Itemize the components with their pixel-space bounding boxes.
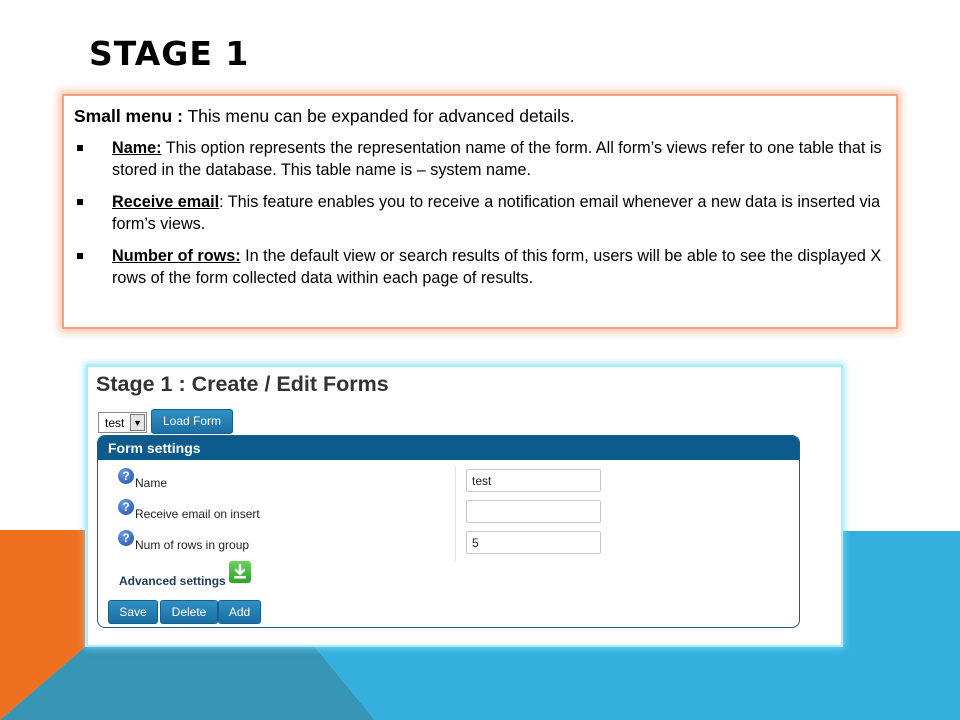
form-settings-panel: Form settings ? Name test ? Receive emai… [97, 435, 800, 628]
bullet-term: Name: [112, 139, 162, 157]
info-box: Small menu : This menu can be expanded f… [62, 94, 898, 329]
field-label: Name [135, 476, 168, 490]
form-heading: Stage 1 : Create / Edit Forms [96, 372, 389, 396]
panel-title: Form settings [98, 436, 799, 460]
bullet-list: Name: This option represents the represe… [74, 137, 882, 289]
square-bullet-icon [77, 253, 83, 259]
bullet-receive-email: Receive email: This feature enables you … [74, 191, 882, 235]
form-screenshot: Stage 1 : Create / Edit Forms test ▼ Loa… [86, 365, 843, 647]
load-form-button[interactable]: Load Form [151, 409, 233, 434]
bullet-text: : This feature enables you to receive a … [112, 193, 881, 233]
help-icon[interactable]: ? [118, 468, 134, 484]
bullet-term: Number of rows: [112, 247, 241, 265]
square-bullet-icon [77, 145, 83, 151]
square-bullet-icon [77, 199, 83, 205]
delete-button[interactable]: Delete [160, 600, 218, 624]
bullet-name: Name: This option represents the represe… [74, 137, 882, 181]
column-divider [455, 466, 456, 561]
advanced-settings-label[interactable]: Advanced settings [119, 574, 226, 588]
num-rows-field[interactable]: 5 [466, 531, 601, 554]
info-intro: Small menu : This menu can be expanded f… [74, 106, 882, 127]
bullet-term: Receive email [112, 193, 220, 211]
slide-title: STAGE 1 [89, 34, 250, 73]
help-icon[interactable]: ? [118, 499, 134, 515]
field-label: Receive email on insert [135, 507, 260, 521]
help-icon[interactable]: ? [118, 530, 134, 546]
bullet-number-of-rows: Number of rows: In the default view or s… [74, 245, 882, 289]
receive-email-field[interactable] [466, 500, 601, 523]
form-select-value: test [105, 416, 125, 430]
intro-text: This menu can be expanded for advanced d… [182, 106, 575, 126]
intro-term: Small menu : [74, 106, 183, 126]
download-arrow-icon[interactable] [229, 561, 251, 583]
name-field[interactable]: test [466, 469, 601, 492]
bullet-text: This option represents the representatio… [112, 139, 882, 179]
form-select[interactable]: test ▼ [98, 412, 147, 433]
field-label: Num of rows in group [135, 538, 250, 552]
add-button[interactable]: Add [218, 600, 261, 624]
save-button[interactable]: Save [108, 600, 158, 624]
chevron-down-icon[interactable]: ▼ [130, 414, 145, 431]
